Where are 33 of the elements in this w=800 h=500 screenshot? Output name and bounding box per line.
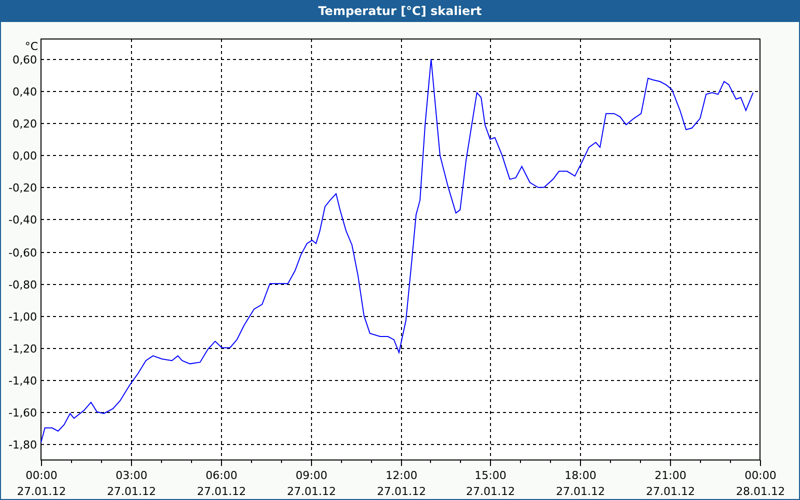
axis-tick-label: 12:00 — [386, 469, 418, 482]
axis-tick-label: -1,20 — [8, 342, 37, 356]
axis-tick-label: -0,80 — [8, 278, 37, 292]
axis-date-label: 28.01.12 — [736, 485, 785, 498]
axis-date-label: 27.01.12 — [197, 485, 246, 498]
axis-date-label: 27.01.12 — [646, 485, 695, 498]
axis-tick-label: -0,20 — [8, 182, 37, 194]
axis-date-label: 27.01.12 — [17, 485, 66, 498]
axis-tick-label: -0,40 — [8, 214, 37, 226]
title-bar: Temperatur [°C] skaliert — [1, 0, 799, 22]
axis-unit-label: °C — [24, 40, 38, 53]
axis-tick-label: 15:00 — [474, 469, 506, 482]
axis-tick-label: 00:00 — [744, 469, 776, 482]
axis-date-label: 27.01.12 — [556, 485, 605, 498]
axis-tick-label: -1,00 — [8, 310, 37, 324]
axis-tick-label: 03:00 — [116, 469, 148, 482]
axis-tick-label: 0,20 — [12, 118, 37, 130]
axis-tick-label: 18:00 — [564, 469, 596, 482]
axis-date-label: 27.01.12 — [287, 485, 336, 498]
axis-tick-label: 00:00 — [26, 469, 58, 482]
axis-tick-label: 0,00 — [12, 150, 37, 162]
axis-tick-label: -0,60 — [8, 246, 37, 260]
axis-tick-label: 06:00 — [206, 469, 238, 482]
axis-tick-label: -1,40 — [8, 374, 37, 388]
axis-date-label: 27.01.12 — [466, 485, 515, 498]
axis-tick-label: -1,60 — [8, 406, 37, 420]
axis-tick-label: 21:00 — [654, 469, 686, 482]
axis-tick-label: -1,80 — [8, 438, 37, 452]
axis-tick-label: 09:00 — [296, 469, 328, 482]
axis-date-label: 27.01.12 — [377, 485, 426, 498]
axis-tick-label: 0,40 — [12, 86, 37, 98]
axis-date-label: 27.01.12 — [107, 485, 156, 498]
axis-tick-label: 0,60 — [12, 54, 37, 66]
